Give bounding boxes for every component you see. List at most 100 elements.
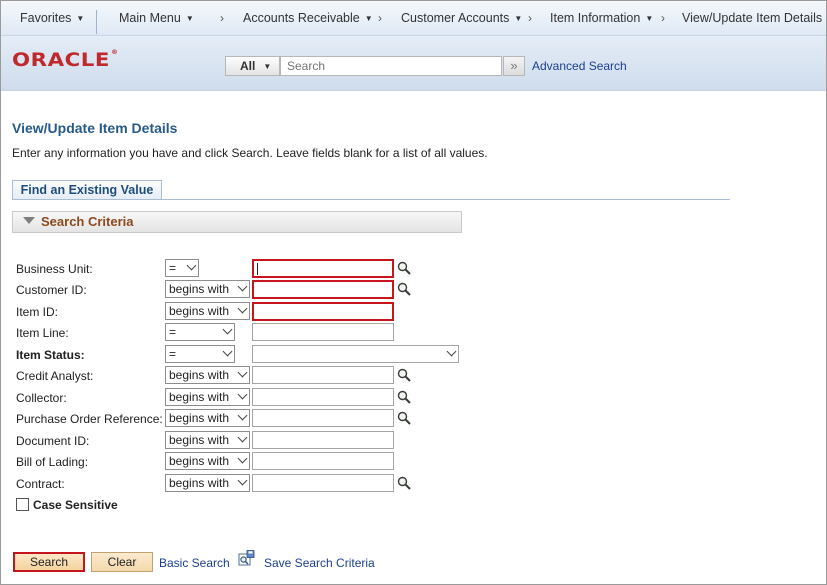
save-search-icon[interactable] — [238, 550, 255, 566]
basic-search-link[interactable]: Basic Search — [159, 556, 230, 570]
case-sensitive-checkbox[interactable] — [16, 498, 29, 511]
breadcrumb-label: View/Update Item Details — [682, 11, 823, 25]
registered-mark: ® — [111, 49, 119, 56]
breadcrumb-view-update-item-details[interactable]: View/Update Item Details — [682, 1, 822, 35]
chevron-down-icon — [237, 453, 248, 464]
customer-id-operator[interactable]: begins with — [165, 280, 250, 298]
chevron-down-icon — [222, 324, 233, 335]
item-line-input[interactable] — [252, 323, 394, 341]
chevron-down-icon — [222, 346, 233, 357]
breadcrumb-label: Customer Accounts — [401, 11, 510, 25]
chevron-down-icon — [237, 410, 248, 421]
breadcrumb-label: Accounts Receivable — [243, 11, 360, 25]
top-nav-bar: Favorites ▼ Main Menu ▼ › Accounts Receiva… — [1, 1, 826, 36]
breadcrumb-label: Item Information — [550, 11, 641, 25]
search-criteria-label: Search Criteria — [41, 214, 134, 229]
case-sensitive-label: Case Sensitive — [33, 498, 118, 512]
purchase-order-reference-operator[interactable]: begins with — [165, 409, 250, 427]
breadcrumb-item-information[interactable]: Item Information ▼ — [550, 1, 653, 35]
page-title: View/Update Item Details — [12, 120, 178, 136]
chevron-down-icon — [237, 475, 248, 486]
operator-value: begins with — [169, 304, 230, 318]
field-label: Item Line: — [16, 326, 69, 340]
clear-button[interactable]: Clear — [91, 552, 153, 572]
business-unit-input[interactable] — [252, 259, 394, 278]
caret-down-icon: ▼ — [263, 62, 272, 71]
main-menu-label: Main Menu — [119, 11, 181, 25]
field-row-customer-id: Customer ID: begins with — [0, 280, 827, 300]
field-label: Credit Analyst: — [16, 369, 94, 383]
item-status-operator[interactable]: = — [165, 345, 235, 363]
field-label: Collector: — [16, 391, 67, 405]
lookup-magnifier-icon[interactable] — [397, 390, 411, 404]
page-instructions: Enter any information you have and click… — [12, 146, 488, 160]
item-status-select[interactable] — [252, 345, 459, 363]
chevron-down-icon — [186, 260, 197, 271]
item-id-input[interactable] — [252, 302, 394, 321]
field-row-credit-analyst: Credit Analyst: begins with — [0, 366, 827, 386]
document-id-operator[interactable]: begins with — [165, 431, 250, 449]
search-button[interactable]: Search — [13, 552, 85, 572]
field-row-contract: Contract: begins with — [0, 474, 827, 494]
search-scope-dropdown[interactable]: All ▼ — [225, 56, 280, 76]
chevron-right-icon: › — [661, 11, 665, 25]
lookup-magnifier-icon[interactable] — [397, 411, 411, 425]
contract-input[interactable] — [252, 474, 394, 492]
contract-operator[interactable]: begins with — [165, 474, 250, 492]
bill-of-lading-operator[interactable]: begins with — [165, 452, 250, 470]
search-criteria-header[interactable]: Search Criteria — [12, 211, 462, 233]
lookup-magnifier-icon[interactable] — [397, 368, 411, 382]
credit-analyst-operator[interactable]: begins with — [165, 366, 250, 384]
caret-down-icon: ▼ — [364, 14, 373, 23]
purchase-order-reference-input[interactable] — [252, 409, 394, 427]
double-chevron-right-icon: » — [510, 58, 518, 73]
lookup-magnifier-icon[interactable] — [397, 261, 411, 275]
favorites-menu[interactable]: Favorites ▼ — [20, 1, 84, 35]
bill-of-lading-input[interactable] — [252, 452, 394, 470]
customer-id-input[interactable] — [252, 280, 394, 299]
case-sensitive-option[interactable]: Case Sensitive — [16, 498, 118, 512]
global-search-input[interactable] — [280, 56, 502, 76]
collector-input[interactable] — [252, 388, 394, 406]
operator-value: begins with — [169, 411, 230, 425]
caret-down-icon: ▼ — [645, 14, 654, 23]
main-menu[interactable]: Main Menu ▼ — [119, 1, 194, 35]
field-row-item-id: Item ID: begins with — [0, 302, 827, 322]
collector-operator[interactable]: begins with — [165, 388, 250, 406]
breadcrumb-accounts-receivable[interactable]: Accounts Receivable ▼ — [243, 1, 373, 35]
text-cursor — [257, 263, 258, 275]
lookup-magnifier-icon[interactable] — [397, 476, 411, 490]
save-search-criteria-link[interactable]: Save Search Criteria — [264, 556, 375, 570]
field-row-item-status: Item Status: = — [0, 345, 827, 365]
search-scope-label: All — [240, 59, 256, 73]
credit-analyst-input[interactable] — [252, 366, 394, 384]
chevron-right-icon: › — [220, 11, 224, 25]
caret-down-icon: ▼ — [76, 14, 85, 23]
field-label: Contract: — [16, 477, 65, 491]
operator-value: = — [169, 325, 177, 339]
tab-find-existing-value[interactable]: Find an Existing Value — [12, 180, 162, 200]
breadcrumb-customer-accounts[interactable]: Customer Accounts ▼ — [401, 1, 522, 35]
field-label: Purchase Order Reference: — [16, 412, 163, 426]
search-go-button[interactable]: » — [503, 56, 525, 76]
item-id-operator[interactable]: begins with — [165, 302, 250, 320]
business-unit-operator[interactable]: = — [165, 259, 199, 277]
tab-divider — [12, 199, 730, 200]
chevron-down-icon — [237, 303, 248, 314]
document-id-input[interactable] — [252, 431, 394, 449]
chevron-down-icon — [446, 346, 457, 357]
operator-value: = — [169, 347, 177, 361]
favorites-label: Favorites — [20, 11, 72, 25]
operator-value: begins with — [169, 390, 230, 404]
field-label: Document ID: — [16, 434, 90, 448]
nav-divider — [96, 10, 97, 34]
item-line-operator[interactable]: = — [165, 323, 235, 341]
lookup-magnifier-icon[interactable] — [397, 282, 411, 296]
chevron-down-icon — [237, 389, 248, 400]
operator-value: begins with — [169, 433, 230, 447]
advanced-search-link[interactable]: Advanced Search — [532, 59, 627, 73]
field-row-collector: Collector: begins with — [0, 388, 827, 408]
chevron-down-icon — [237, 367, 248, 378]
triangle-down-icon — [23, 217, 35, 224]
caret-down-icon: ▼ — [185, 14, 194, 23]
